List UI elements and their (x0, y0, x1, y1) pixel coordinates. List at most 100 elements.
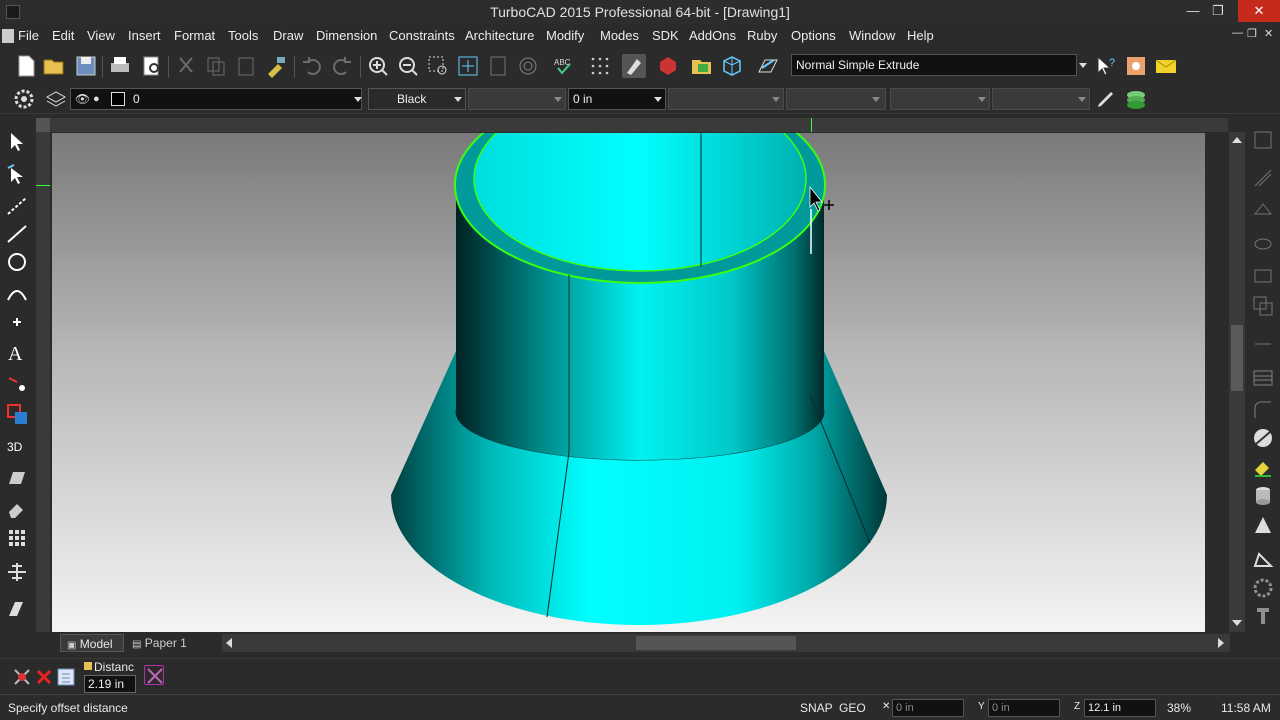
linestyle-combo[interactable] (468, 88, 566, 110)
mdi-restore-button[interactable]: ❐ (1247, 27, 1257, 40)
slice-icon[interactable] (1251, 332, 1275, 356)
menu-format[interactable]: Format (174, 28, 215, 43)
finish-icon[interactable] (10, 665, 34, 689)
grid-icon[interactable] (588, 54, 612, 78)
polyline-icon[interactable] (5, 194, 29, 218)
eye-icon[interactable]: 👁 (75, 89, 90, 109)
gear-3d-icon[interactable] (1251, 576, 1275, 600)
snap-toggle[interactable]: SNAP (800, 701, 833, 715)
chevron-down-icon[interactable] (772, 97, 780, 102)
menu-dimension[interactable]: Dimension (316, 28, 377, 43)
revolve-icon[interactable] (1251, 232, 1275, 256)
scale-combo[interactable] (992, 88, 1090, 110)
chevron-down-icon[interactable] (872, 97, 880, 102)
close-button[interactable]: ✕ (1238, 0, 1280, 22)
mail-icon[interactable] (1154, 54, 1178, 78)
chevron-down-icon[interactable] (1078, 97, 1086, 102)
loft-icon[interactable] (1251, 198, 1275, 222)
circle-icon[interactable] (5, 250, 29, 274)
array-icon[interactable] (5, 526, 29, 550)
menu-draw[interactable]: Draw (273, 28, 303, 43)
boolean-icon[interactable] (1251, 294, 1275, 318)
paint-face-icon[interactable] (1251, 454, 1275, 478)
format-painter-icon[interactable] (264, 54, 288, 78)
cylinder-icon[interactable] (1251, 484, 1275, 508)
chevron-down-icon[interactable] (454, 97, 462, 102)
horizontal-scroll-thumb[interactable] (636, 636, 796, 650)
z-coordinate-field[interactable]: 12.1 in (1084, 699, 1156, 717)
menu-view[interactable]: View (87, 28, 115, 43)
arc-icon[interactable] (5, 282, 29, 306)
pencil-icon[interactable] (1094, 87, 1118, 111)
align-icon[interactable] (5, 560, 29, 584)
chevron-down-icon[interactable] (654, 97, 662, 102)
redo-icon[interactable] (330, 54, 354, 78)
menu-edit[interactable]: Edit (52, 28, 74, 43)
menu-modes[interactable]: Modes (600, 28, 639, 43)
open-folder-icon[interactable] (42, 54, 66, 78)
hatch-fill-icon[interactable] (5, 402, 29, 426)
design-director-icon[interactable] (690, 54, 714, 78)
undo-icon[interactable] (300, 54, 324, 78)
cancel-icon[interactable] (32, 665, 56, 689)
scroll-right-arrow-icon[interactable] (1218, 638, 1224, 648)
mdi-minimize-button[interactable]: — (1232, 27, 1243, 39)
new-file-icon[interactable] (14, 54, 38, 78)
point-icon[interactable] (5, 310, 29, 334)
menu-modify[interactable]: Modify (546, 28, 584, 43)
scroll-down-arrow-icon[interactable] (1232, 620, 1242, 626)
extrude-icon[interactable] (5, 466, 29, 490)
menu-ruby[interactable]: Ruby (747, 28, 777, 43)
layer-manager-icon[interactable] (44, 87, 68, 111)
lock-icon[interactable] (84, 662, 92, 670)
sphere-icon[interactable] (1251, 426, 1275, 450)
select-arrow-icon[interactable] (5, 130, 29, 154)
menu-addons[interactable]: AddOns (689, 28, 736, 43)
menu-options[interactable]: Options (791, 28, 836, 43)
print-icon[interactable] (108, 54, 132, 78)
table-icon[interactable] (1251, 366, 1275, 390)
chevron-down-icon[interactable] (978, 97, 986, 102)
menu-constraints[interactable]: Constraints (389, 28, 455, 43)
spell-check-icon[interactable]: ABC (552, 54, 576, 78)
material-icon[interactable] (656, 54, 680, 78)
save-icon[interactable] (74, 54, 98, 78)
eraser-icon[interactable] (5, 496, 29, 520)
workplane-icon[interactable] (756, 54, 780, 78)
scroll-up-arrow-icon[interactable] (1232, 137, 1242, 143)
3d-viewport[interactable] (52, 133, 1205, 632)
print-preview-icon[interactable] (140, 54, 164, 78)
3d-view-icon[interactable] (720, 54, 744, 78)
tool-mode-combo[interactable]: Normal Simple Extrude (791, 54, 1077, 76)
zoom-window-icon[interactable] (426, 54, 450, 78)
geo-toggle[interactable]: GEO (839, 701, 866, 715)
thickness-combo[interactable]: 0 in (568, 88, 666, 110)
zoom-page-icon[interactable] (486, 54, 510, 78)
restore-button[interactable]: ❐ (1201, 0, 1235, 22)
menu-architecture[interactable]: Architecture (465, 28, 534, 43)
cross-section-icon[interactable] (5, 598, 29, 622)
menu-file[interactable]: File (18, 28, 39, 43)
cut-icon[interactable] (174, 54, 198, 78)
lock-icon[interactable]: ● (93, 89, 100, 109)
dimension-icon[interactable] (5, 372, 29, 396)
3d-box-icon[interactable] (1251, 128, 1275, 152)
copy-icon[interactable] (204, 54, 228, 78)
axis-icon[interactable] (144, 665, 164, 685)
cone-icon[interactable] (1251, 514, 1275, 538)
chevron-down-icon[interactable] (354, 97, 362, 102)
mdi-close-button[interactable]: ✕ (1264, 27, 1273, 40)
pen-combo[interactable] (668, 88, 784, 110)
zoom-out-icon[interactable] (396, 54, 420, 78)
x-coordinate-field[interactable]: 0 in (892, 699, 964, 717)
chevron-down-icon[interactable] (1079, 63, 1087, 68)
bolt-icon[interactable] (1251, 604, 1275, 628)
menu-window[interactable]: Window (849, 28, 895, 43)
scroll-left-arrow-icon[interactable] (226, 638, 232, 648)
color-combo[interactable]: Black (368, 88, 466, 110)
layer-combo[interactable]: 👁 ● 0 (70, 88, 362, 110)
edit-tool-icon[interactable] (5, 162, 29, 186)
calculator-icon[interactable] (54, 665, 78, 689)
help-cursor-icon[interactable]: ? (1094, 54, 1118, 78)
gear-icon[interactable] (12, 87, 36, 111)
